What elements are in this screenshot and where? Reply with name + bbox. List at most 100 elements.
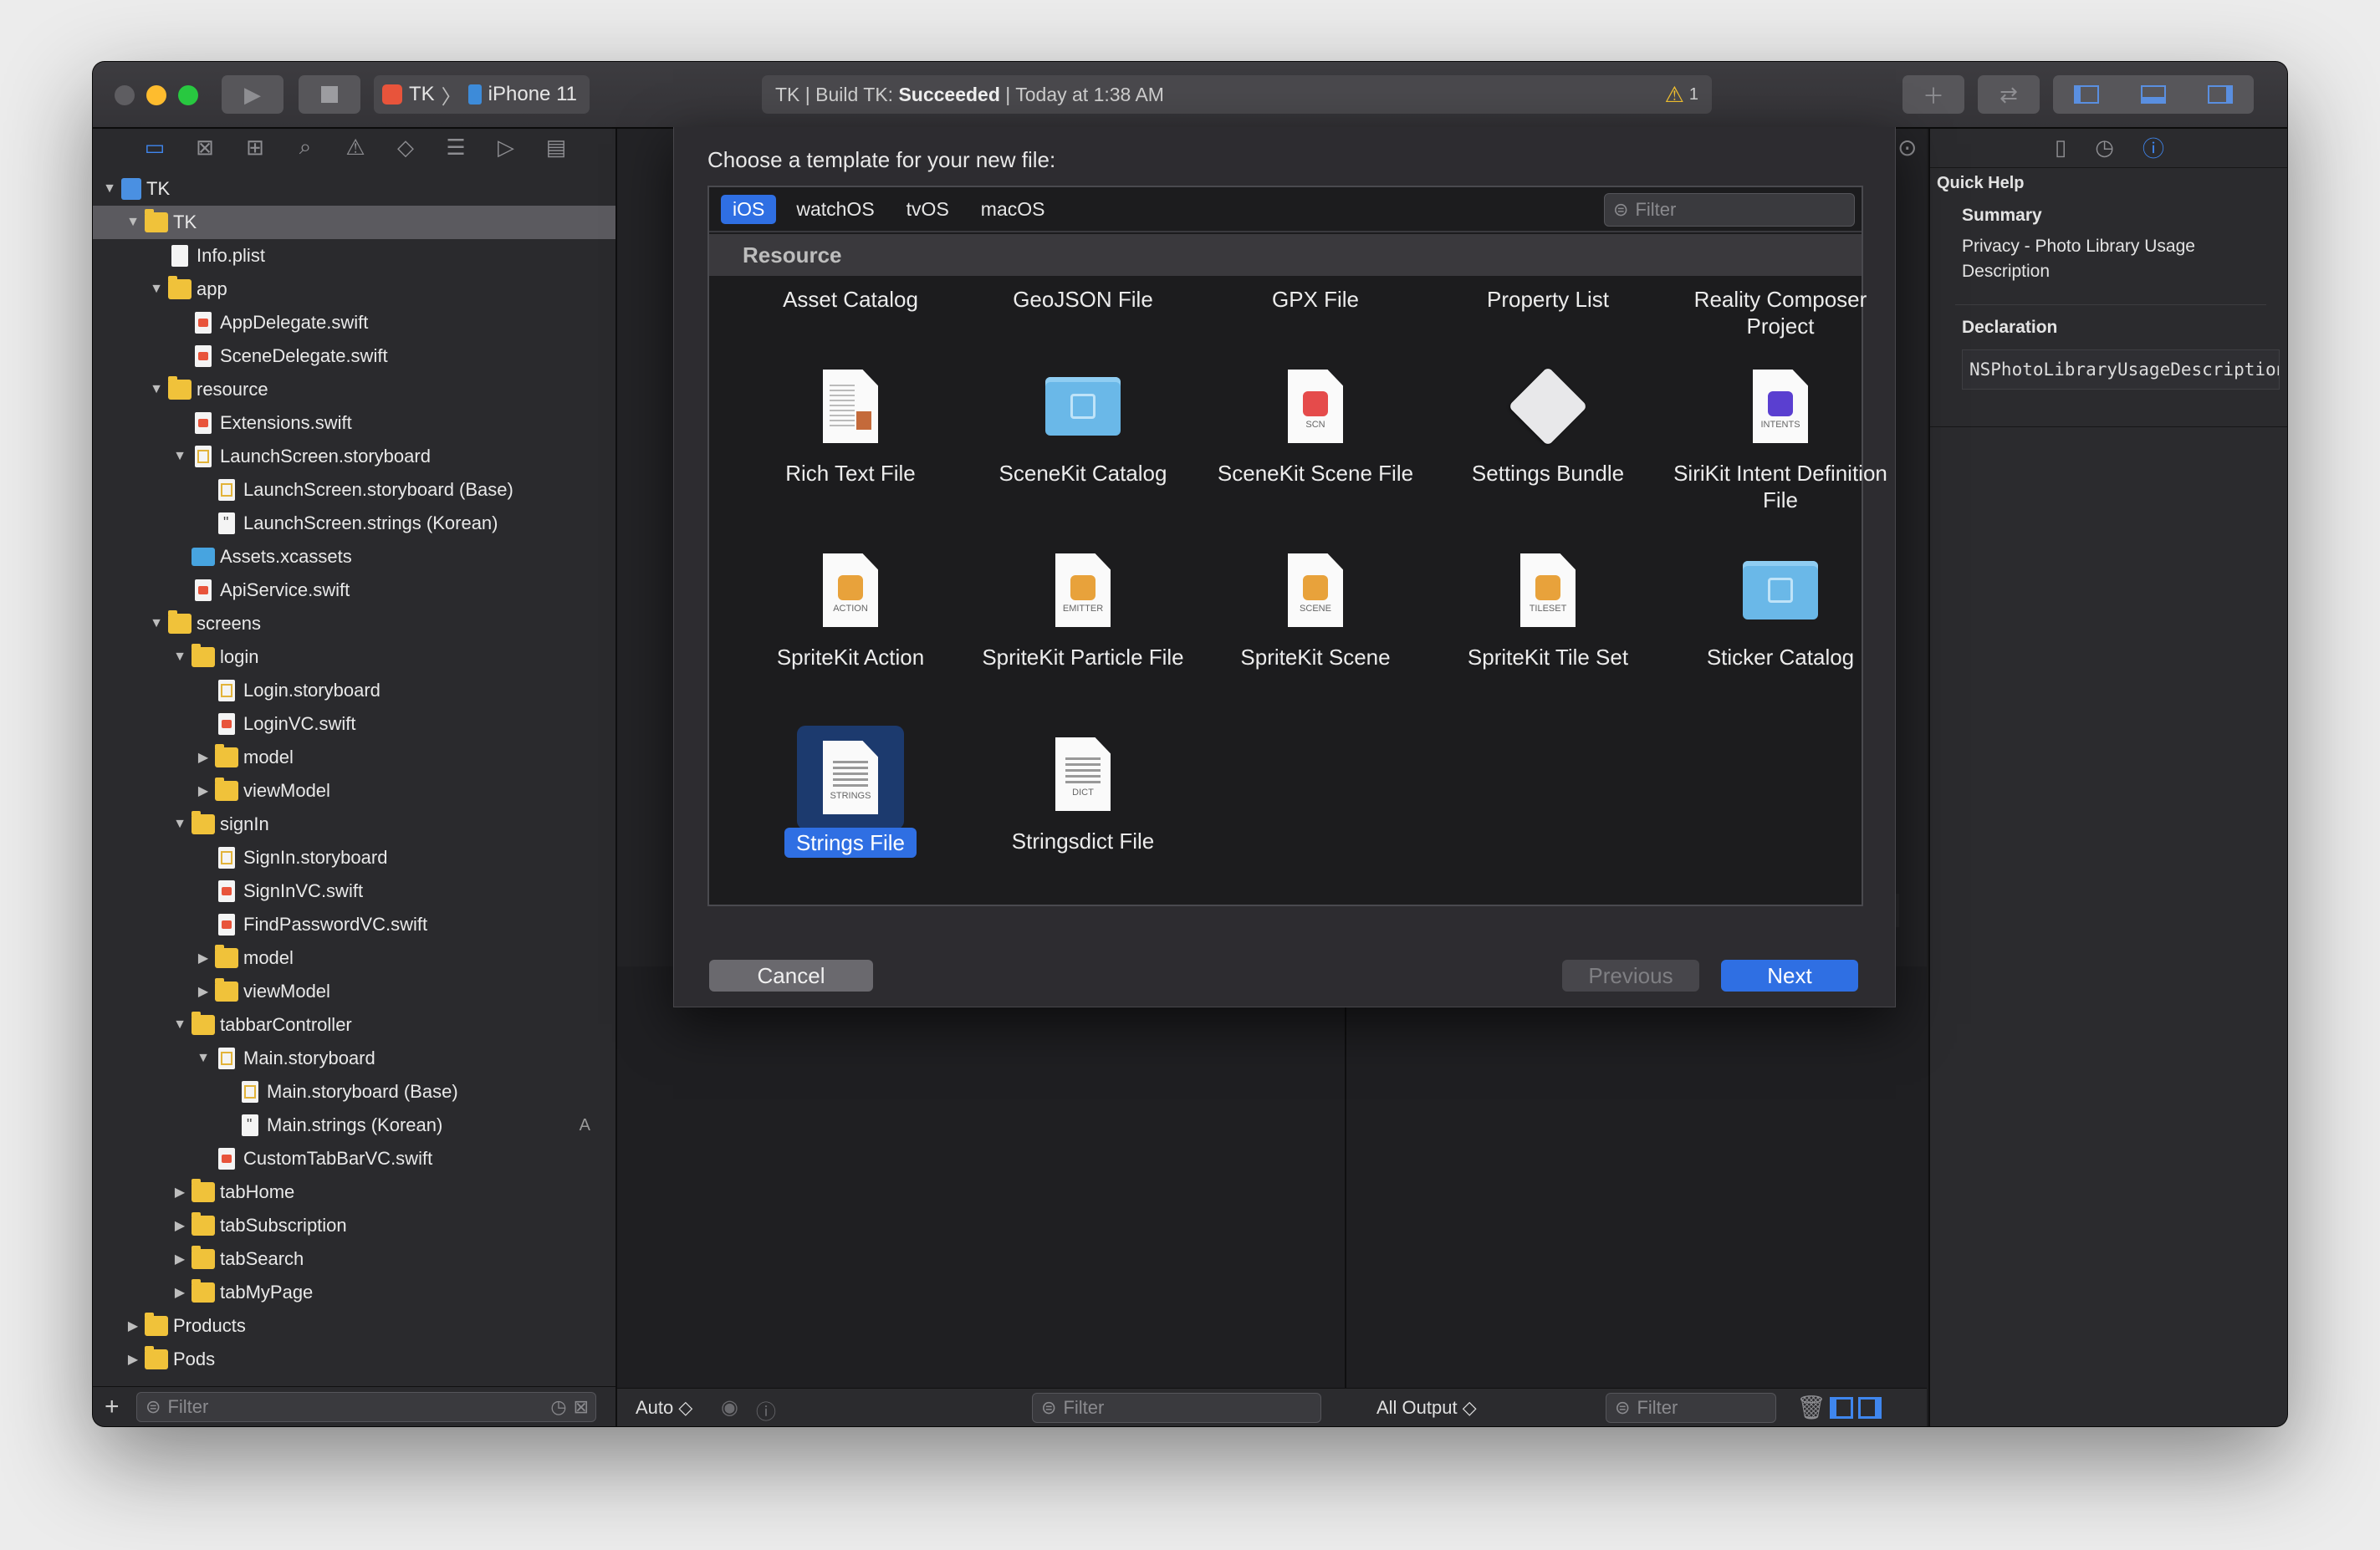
variables-filter-field[interactable]: ⊜ Filter (1032, 1393, 1321, 1423)
tree-row[interactable]: ▶ model (93, 741, 615, 774)
library-button[interactable]: ＋ (1902, 75, 1964, 114)
tree-row[interactable]: Assets.xcassets (93, 540, 615, 574)
tree-row[interactable]: SignInVC.swift (93, 874, 615, 908)
tree-row[interactable]: Login.storyboard (93, 674, 615, 707)
next-button[interactable]: Next (1721, 960, 1858, 992)
disclosure-triangle-icon[interactable]: ▼ (148, 282, 165, 297)
quick-help-icon[interactable]: ⓘ (2143, 132, 2164, 163)
stop-button[interactable] (299, 75, 360, 114)
template-item[interactable]: STRINGS Strings File (734, 726, 967, 898)
template-item[interactable]: SCENE SpriteKit Scene (1199, 547, 1432, 714)
template-item[interactable]: Settings Bundle (1432, 363, 1664, 530)
disclosure-triangle-icon[interactable]: ▶ (125, 1351, 141, 1368)
template-filter-field[interactable]: ⊜ Filter (1604, 193, 1855, 227)
disclosure-triangle-icon[interactable]: ▶ (195, 983, 212, 1000)
tree-row[interactable]: ▶ viewModel (93, 975, 615, 1008)
tree-row[interactable]: AppDelegate.swift (93, 306, 615, 339)
tree-row[interactable]: ▶ viewModel (93, 774, 615, 808)
tree-row[interactable]: ▼ login (93, 640, 615, 674)
template-item[interactable]: Property List (1432, 286, 1664, 313)
tab-macos[interactable]: macOS (969, 195, 1057, 224)
tree-row[interactable]: ▼ TK (93, 206, 615, 239)
template-item[interactable]: DICT Stringsdict File (967, 731, 1199, 898)
source-control-icon[interactable]: ⊠ (180, 135, 230, 161)
minimize-window-button[interactable] (146, 85, 166, 105)
add-file-button[interactable]: + (105, 1393, 130, 1421)
disclosure-triangle-icon[interactable]: ▼ (171, 650, 188, 665)
disclosure-triangle-icon[interactable]: ▼ (101, 181, 118, 196)
source-control-filter-icon[interactable]: ⊠ (574, 1396, 589, 1418)
disclosure-triangle-icon[interactable]: ▶ (195, 749, 212, 766)
disclosure-triangle-icon[interactable]: ▼ (195, 1051, 212, 1066)
disclosure-triangle-icon[interactable]: ▶ (171, 1217, 188, 1234)
close-window-button[interactable] (115, 85, 135, 105)
breakpoint-navigator-icon[interactable]: ▷ (481, 135, 531, 161)
tree-row[interactable]: ▶ Pods (93, 1343, 615, 1376)
template-item[interactable]: Rich Text File (734, 363, 967, 530)
folder-navigator-icon[interactable]: ▭ (130, 135, 180, 161)
code-review-button[interactable]: ⇄ (1978, 75, 2040, 114)
quick-look-icon[interactable]: ◉ (721, 1395, 738, 1420)
tree-row[interactable]: ▶ tabSubscription (93, 1209, 615, 1242)
tree-row[interactable]: LaunchScreen.strings (Korean) (93, 507, 615, 540)
toggle-inspector-icon[interactable] (2208, 85, 2233, 104)
tree-row[interactable]: ▶ tabSearch (93, 1242, 615, 1276)
variables-scope-selector[interactable]: Auto ◇ (636, 1397, 692, 1419)
tree-row[interactable]: SignIn.storyboard (93, 841, 615, 874)
test-navigator-icon[interactable]: ◇ (380, 135, 431, 161)
tree-row[interactable]: ▶ tabMyPage (93, 1276, 615, 1309)
tree-row[interactable]: Main.storyboard (Base) (93, 1075, 615, 1109)
disclosure-triangle-icon[interactable]: ▶ (171, 1251, 188, 1267)
tree-row[interactable]: ▼ tabbarController (93, 1008, 615, 1042)
tree-row[interactable]: LoginVC.swift (93, 707, 615, 741)
debug-navigator-icon[interactable]: ☰ (431, 135, 481, 161)
tree-row[interactable]: ApiService.swift (93, 574, 615, 607)
toggle-debug-area-icon[interactable] (2141, 85, 2166, 104)
tab-tvos[interactable]: tvOS (895, 195, 961, 224)
template-item[interactable]: EMITTER SpriteKit Particle File (967, 547, 1199, 714)
disclosure-triangle-icon[interactable]: ▼ (125, 215, 141, 230)
tab-watchos[interactable]: watchOS (784, 195, 886, 224)
template-item[interactable]: Sticker Catalog (1664, 547, 1897, 714)
cancel-button[interactable]: Cancel (709, 960, 873, 992)
disclosure-triangle-icon[interactable]: ▶ (195, 783, 212, 799)
scheme-selector[interactable]: TK 〉 iPhone 11 (374, 75, 590, 114)
info-icon[interactable]: ⓘ (756, 1395, 776, 1425)
tree-row[interactable]: ▼ TK (93, 172, 615, 206)
tree-row[interactable]: ▼ resource (93, 373, 615, 406)
history-inspector-icon[interactable]: ◷ (2095, 135, 2114, 161)
tree-row[interactable]: ▼ app (93, 273, 615, 306)
editor-options-icon[interactable]: ⊙ (1897, 134, 1917, 161)
file-inspector-icon[interactable]: ▯ (2055, 135, 2066, 161)
tree-row[interactable]: Main.strings (Korean) A (93, 1109, 615, 1142)
tree-row[interactable]: SceneDelegate.swift (93, 339, 615, 373)
disclosure-triangle-icon[interactable]: ▼ (171, 817, 188, 832)
zoom-window-button[interactable] (178, 85, 198, 105)
previous-button[interactable]: Previous (1562, 960, 1699, 992)
recent-files-icon[interactable]: ◷ (550, 1396, 566, 1418)
tree-row[interactable]: LaunchScreen.storyboard (Base) (93, 473, 615, 507)
template-item[interactable]: SceneKit Catalog (967, 363, 1199, 530)
template-item[interactable]: INTENTS SiriKit Intent Definition File (1664, 363, 1897, 530)
disclosure-triangle-icon[interactable]: ▼ (171, 1017, 188, 1032)
search-icon[interactable]: ⌕ (280, 134, 330, 161)
disclosure-triangle-icon[interactable]: ▶ (195, 950, 212, 966)
template-item[interactable]: ACTION SpriteKit Action (734, 547, 967, 714)
tree-row[interactable]: ▶ tabHome (93, 1175, 615, 1209)
tree-row[interactable]: CustomTabBarVC.swift (93, 1142, 615, 1175)
warning-icon[interactable]: ⚠ (1665, 82, 1684, 108)
template-item[interactable]: Reality Composer Project (1664, 286, 1897, 339)
disclosure-triangle-icon[interactable]: ▶ (171, 1184, 188, 1201)
navigator-filter-field[interactable]: ⊜ Filter ◷ ⊠ (136, 1391, 596, 1422)
tree-row[interactable]: ▼ LaunchScreen.storyboard (93, 440, 615, 473)
template-item[interactable]: TILESET SpriteKit Tile Set (1432, 547, 1664, 714)
tree-row[interactable]: Extensions.swift (93, 406, 615, 440)
tab-ios[interactable]: iOS (721, 194, 777, 224)
tree-row[interactable]: ▶ model (93, 941, 615, 975)
tree-row[interactable]: ▼ Main.storyboard (93, 1042, 615, 1075)
tree-row[interactable]: FindPasswordVC.swift (93, 908, 615, 941)
issue-navigator-icon[interactable]: ⚠ (330, 135, 380, 161)
run-button[interactable]: ▶ (222, 75, 283, 114)
disclosure-triangle-icon[interactable]: ▶ (171, 1284, 188, 1301)
console-output-selector[interactable]: All Output ◇ (1376, 1397, 1477, 1419)
